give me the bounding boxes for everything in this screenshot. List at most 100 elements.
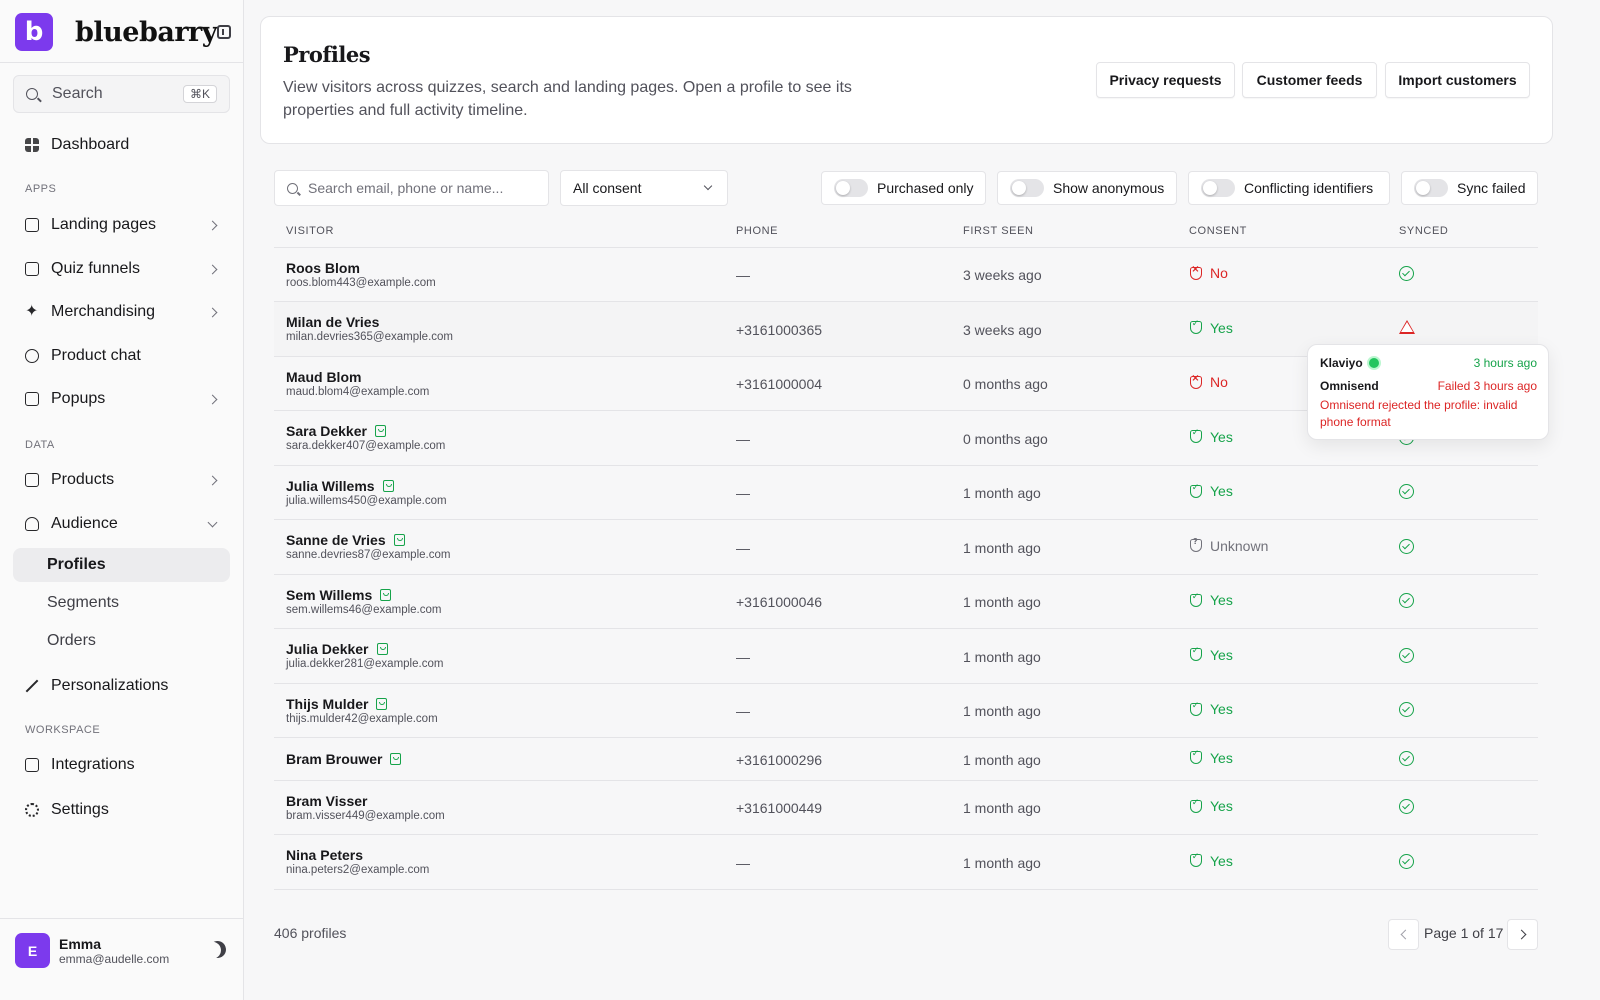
sidebar-item-profiles[interactable]: Profiles: [13, 548, 230, 582]
visitor-name[interactable]: Sem Willems: [286, 587, 392, 603]
sidebar-item-product-chat[interactable]: Product chat: [13, 338, 230, 374]
visitor-name[interactable]: Bram Visser: [286, 793, 367, 809]
toggle-purchased-only[interactable]: Purchased only: [821, 171, 986, 205]
toggle-conflicting-identifiers[interactable]: Conflicting identifiers: [1188, 171, 1390, 205]
avatar[interactable]: E: [15, 933, 50, 968]
consent-status: Yes: [1190, 798, 1233, 814]
page-description: View visitors across quizzes, search and…: [283, 79, 852, 119]
column-header-consent[interactable]: CONSENT: [1189, 225, 1247, 237]
shopping-bag-icon: [376, 643, 388, 655]
chevron-down-icon: [703, 181, 713, 191]
table-row[interactable]: Thijs Mulder thijs.mulder42@example.com — 1…: [274, 684, 1538, 738]
check-circle-icon[interactable]: [1399, 538, 1414, 554]
sidebar-item-products[interactable]: Products: [13, 462, 230, 498]
visitor-name[interactable]: Bram Brouwer: [286, 751, 402, 767]
visitor-name[interactable]: Milan de Vries: [286, 314, 379, 330]
shield-icon: [1190, 537, 1202, 552]
check-circle-icon[interactable]: [1399, 266, 1414, 281]
visitor-email: bram.visser449@example.com: [286, 810, 445, 822]
sidebar-item-label: Landing pages: [51, 216, 156, 233]
chevron-right-icon: [207, 394, 218, 404]
table-row[interactable]: Julia Willems julia.willems450@example.co…: [274, 466, 1538, 520]
table-row[interactable]: Sem Willems sem.willems46@example.com +316…: [274, 575, 1538, 629]
sidebar-item-integrations[interactable]: Integrations: [13, 747, 230, 783]
shield-icon: [1190, 319, 1202, 334]
profile-search-input[interactable]: [308, 180, 538, 196]
table-row[interactable]: Roos Blom roos.blom443@example.com — 3 week…: [274, 248, 1538, 302]
table-row[interactable]: Bram Brouwer +3161000296 1 month ago Yes: [274, 738, 1538, 781]
toggle-sync-failed[interactable]: Sync failed: [1401, 171, 1538, 205]
sidebar-item-landing-pages[interactable]: Landing pages: [13, 207, 230, 243]
column-header-synced[interactable]: SYNCED: [1399, 225, 1448, 237]
check-circle-icon[interactable]: [1399, 484, 1414, 499]
sidebar-item-orders[interactable]: Orders: [13, 624, 230, 658]
sidebar-item-dashboard[interactable]: Dashboard: [13, 127, 230, 163]
sidebar-item-label: Integrations: [51, 756, 135, 773]
check-circle-icon[interactable]: [1399, 750, 1414, 766]
next-page-button[interactable]: [1507, 919, 1538, 950]
visitor-phone: +3161000004: [736, 376, 823, 392]
toggle-switch[interactable]: [1201, 179, 1235, 197]
visitor-first-seen: 1 month ago: [963, 648, 1041, 665]
sidebar-item-settings[interactable]: Settings: [13, 792, 230, 828]
customer-feeds-button[interactable]: Customer feeds: [1242, 62, 1377, 98]
section-label-workspace: WORKSPACE: [25, 724, 101, 736]
check-circle-icon[interactable]: [1399, 647, 1414, 663]
consent-status: Yes: [1190, 483, 1233, 499]
visitor-name[interactable]: Roos Blom: [286, 260, 360, 276]
shield-icon: [1190, 373, 1202, 389]
consent-select[interactable]: All consent: [560, 170, 728, 206]
visitor-name[interactable]: Julia Dekker: [286, 641, 388, 657]
table-row[interactable]: Julia Dekker julia.dekker281@example.com —…: [274, 629, 1538, 684]
sidebar-item-merchandising[interactable]: Merchandising: [13, 294, 230, 330]
check-circle-icon[interactable]: [1399, 702, 1414, 717]
visitor-name[interactable]: Nina Peters: [286, 847, 363, 863]
consent-select-value: All consent: [573, 180, 642, 196]
column-header-visitor[interactable]: VISITOR: [286, 225, 334, 237]
visitor-phone: —: [736, 648, 750, 665]
table-row[interactable]: Luuk de Boer: [274, 890, 1538, 908]
sidebar-item-popups[interactable]: Popups: [13, 381, 230, 417]
brand: b bluebarry: [15, 13, 235, 51]
sidebar-item-quiz-funnels[interactable]: Quiz funnels: [13, 251, 230, 287]
sidebar-item-segments[interactable]: Segments: [13, 586, 230, 620]
toggle-show-anonymous[interactable]: Show anonymous: [997, 171, 1177, 205]
visitor-name[interactable]: Sara Dekker: [286, 423, 386, 439]
privacy-requests-button[interactable]: Privacy requests: [1096, 62, 1235, 98]
sidebar-search[interactable]: Search ⌘K: [13, 75, 230, 113]
warning-icon[interactable]: [1399, 319, 1415, 334]
user-menu[interactable]: E Emma emma@audelle.com: [0, 918, 244, 1000]
sidebar-item-personalizations[interactable]: Personalizations: [13, 668, 230, 704]
previous-page-button[interactable]: [1388, 919, 1419, 950]
visitor-name[interactable]: Maud Blom: [286, 369, 361, 385]
chevron-down-icon: [207, 517, 218, 527]
profile-search[interactable]: [274, 170, 549, 206]
visitor-name[interactable]: Julia Willems: [286, 478, 394, 494]
brand-logo[interactable]: b: [15, 13, 53, 51]
sidebar-collapse-icon[interactable]: [217, 25, 231, 39]
consent-status: Yes: [1190, 852, 1233, 869]
check-circle-icon[interactable]: [1399, 853, 1414, 869]
tooltip-klaviyo-label: Klaviyo: [1320, 356, 1363, 370]
toggle-switch[interactable]: [1414, 179, 1448, 197]
moon-icon[interactable]: [207, 939, 229, 961]
table-row[interactable]: Nina Peters nina.peters2@example.com — 1 mo…: [274, 835, 1538, 890]
consent-label: Yes: [1210, 701, 1233, 717]
check-circle-icon[interactable]: [1399, 593, 1414, 608]
sync-status-tooltip: Klaviyo 3 hours ago Omnisend Failed 3 ho…: [1307, 344, 1549, 440]
column-header-phone[interactable]: PHONE: [736, 225, 778, 237]
import-customers-button[interactable]: Import customers: [1385, 62, 1530, 98]
visitor-email: julia.willems450@example.com: [286, 495, 447, 507]
toggle-switch[interactable]: [1010, 179, 1044, 197]
sidebar-item-audience[interactable]: Audience: [13, 506, 230, 542]
check-circle-icon[interactable]: [1399, 799, 1414, 814]
user-name: Emma: [59, 936, 102, 952]
visitor-name[interactable]: Sanne de Vries: [286, 532, 405, 548]
table-row[interactable]: Sanne de Vries sanne.devries87@example.co…: [274, 520, 1538, 575]
visitor-name[interactable]: Thijs Mulder: [286, 696, 388, 712]
column-header-first-seen[interactable]: FIRST SEEN: [963, 225, 1034, 237]
table-row[interactable]: Bram Visser bram.visser449@example.com +31…: [274, 781, 1538, 835]
search-icon: [287, 182, 298, 194]
puzzle-icon: [25, 758, 39, 772]
toggle-switch[interactable]: [834, 179, 868, 197]
